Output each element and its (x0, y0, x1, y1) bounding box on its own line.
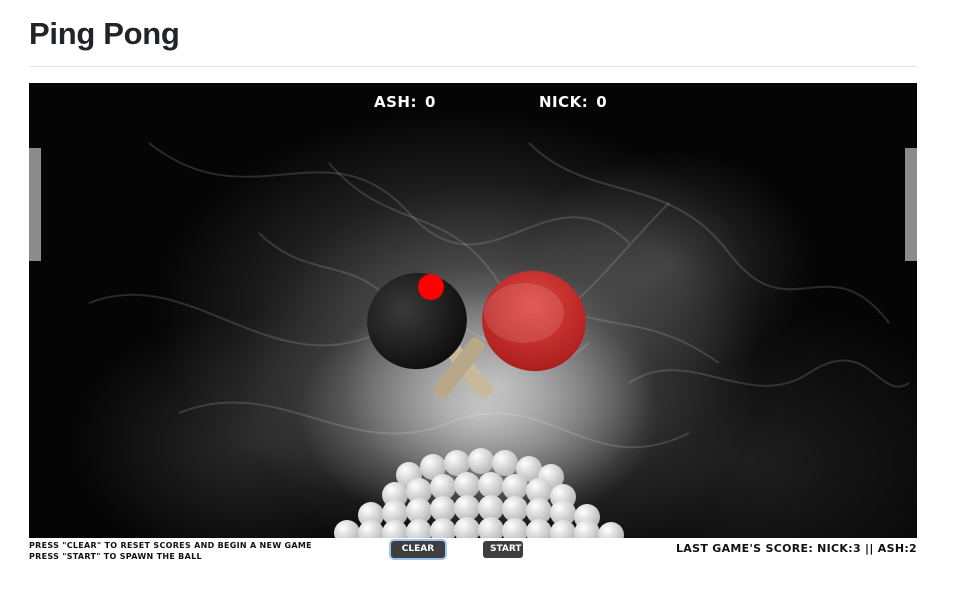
smoke-background (88, 142, 910, 538)
instructions: PRESS "CLEAR" TO RESET SCORES AND BEGIN … (29, 540, 312, 560)
instruction-clear: PRESS "CLEAR" TO RESET SCORES AND BEGIN … (29, 541, 312, 550)
smoke-glow (299, 293, 659, 533)
game-court[interactable]: ASH: 0 NICK: 0 (29, 83, 917, 538)
ash-score-label: ASH: (374, 93, 417, 111)
start-button[interactable]: START (483, 541, 523, 558)
game-ball (418, 274, 444, 300)
nick-score-value: 0 (596, 93, 608, 111)
instruction-start: PRESS "START" TO SPAWN THE BALL (29, 552, 202, 560)
nick-score: NICK: 0 (539, 93, 607, 111)
page-title: Ping Pong (29, 16, 180, 51)
nick-score-label: NICK: (539, 93, 589, 111)
ash-score-value: 0 (424, 93, 436, 111)
left-paddle[interactable] (29, 148, 41, 261)
controls-bar: PRESS "CLEAR" TO RESET SCORES AND BEGIN … (29, 538, 917, 560)
ash-score: ASH: 0 (374, 93, 436, 111)
page: Ping Pong ASH: 0 NICK: 0 PRESS "CLEAR" T… (0, 0, 955, 590)
last-game-score: LAST GAME'S SCORE: NICK:3 || ASH:2 (676, 542, 917, 555)
title-divider (29, 66, 917, 67)
right-paddle[interactable] (905, 148, 917, 261)
clear-button[interactable]: CLEAR (391, 541, 445, 558)
